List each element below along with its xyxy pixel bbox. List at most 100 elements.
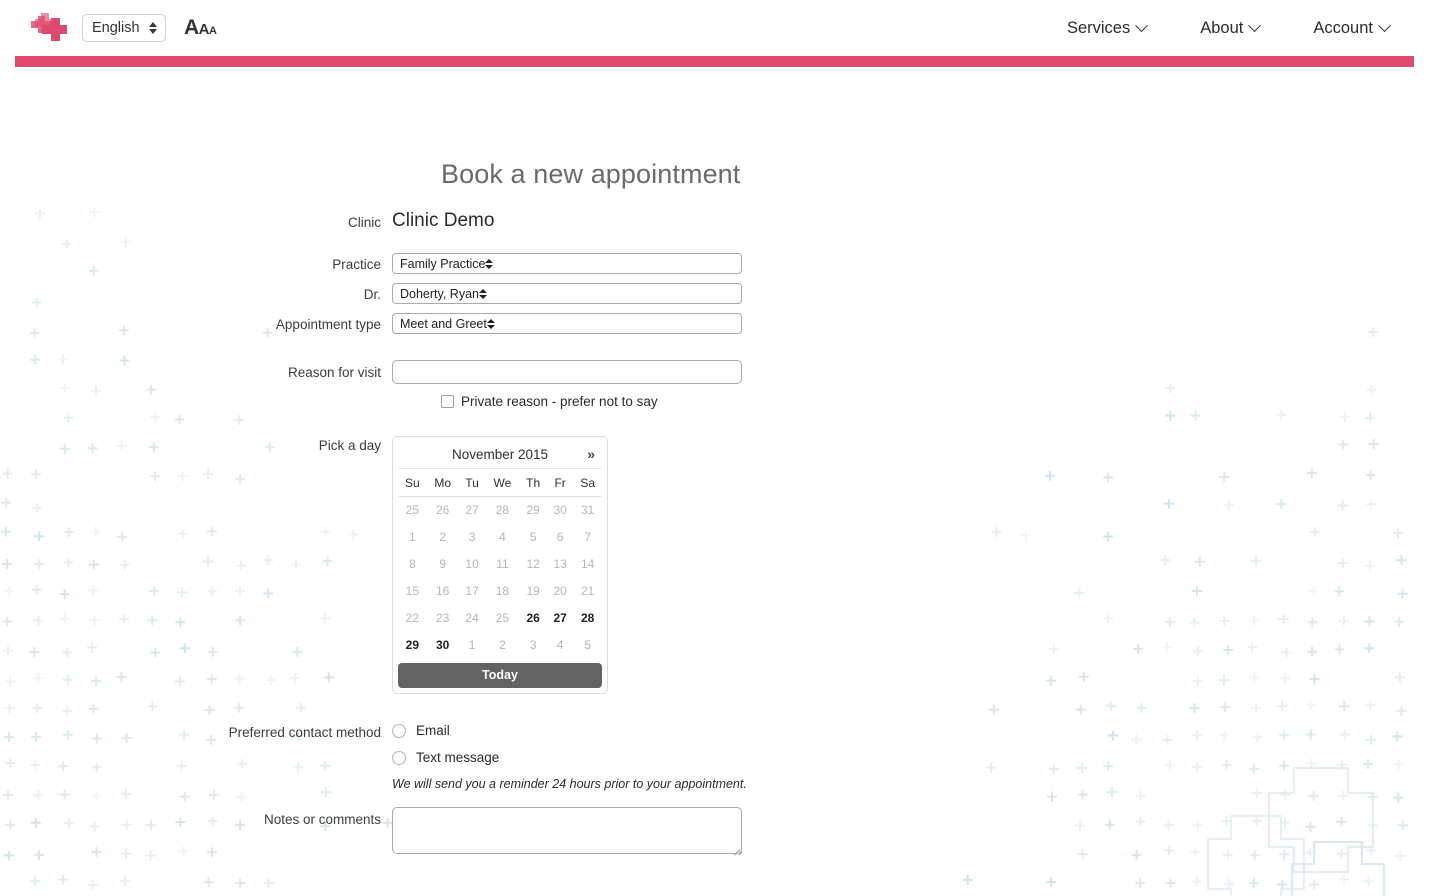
notes-textarea[interactable] <box>392 807 742 854</box>
field-row-clinic: Clinic Clinic Demo <box>0 210 494 232</box>
nav-item-account[interactable]: Account <box>1313 18 1391 38</box>
next-month-icon[interactable]: » <box>587 441 595 468</box>
calendar-today-button[interactable]: Today <box>398 662 602 688</box>
calendar-weekday-sa: Sa <box>573 468 602 497</box>
calendar-day-12: 12 <box>526 557 540 571</box>
calendar-day-15: 15 <box>405 584 419 598</box>
label-contact-method: Preferred contact method <box>228 725 381 740</box>
calendar-week-row: 25 26 27 28 29 30 31 <box>398 497 602 524</box>
private-reason-checkbox-row[interactable]: Private reason - prefer not to say <box>441 394 658 409</box>
calendar-day-6: 6 <box>556 530 564 544</box>
calendar-day-5: 5 <box>529 530 537 544</box>
contact-method-option-text[interactable]: Text message <box>392 750 747 765</box>
appointment-type-select[interactable]: Meet and Greet <box>392 313 742 334</box>
calendar-weekday-su: Su <box>398 468 427 497</box>
calendar-day-13: 13 <box>553 557 567 571</box>
text-size-glyph-large: A <box>184 16 199 39</box>
calendar-day-5: 5 <box>584 638 591 652</box>
contact-method-option-email[interactable]: Email <box>392 723 747 738</box>
text-size-glyph-small: A <box>209 25 217 37</box>
field-row-practice: Practice Family Practice <box>0 253 742 274</box>
calendar-day-26[interactable]: 26 <box>519 605 547 632</box>
field-row-contact-method: Preferred contact method Email Text mess… <box>0 723 747 791</box>
calendar-day-31: 31 <box>580 503 595 518</box>
calendar-day-2: 2 <box>499 638 506 652</box>
field-row-doctor: Dr. Doherty, Ryan <box>0 283 742 304</box>
calendar-day-9: 9 <box>439 557 447 571</box>
language-select[interactable]: English <box>82 14 166 42</box>
label-reason-for-visit: Reason for visit <box>287 365 381 380</box>
chevron-down-icon <box>1378 18 1391 32</box>
private-reason-checkbox[interactable] <box>441 395 454 408</box>
stepper-updown-icon <box>149 22 157 34</box>
accent-bar <box>15 56 1414 67</box>
calendar-day-19: 19 <box>526 584 540 598</box>
nav-item-services[interactable]: Services <box>1066 18 1149 38</box>
radio-text-message-label: Text message <box>416 750 500 765</box>
chevron-down-icon <box>1248 18 1262 32</box>
calendar-day-26: 26 <box>436 503 450 518</box>
clinic-value: Clinic Demo <box>392 210 495 231</box>
calendar-weekday-fr: Fr <box>546 468 574 497</box>
calendar-day-29[interactable]: 29 <box>398 632 427 659</box>
calendar-weekday-we: We <box>485 468 520 497</box>
calendar-day-11: 11 <box>496 557 509 571</box>
practice-select[interactable]: Family Practice <box>392 253 742 274</box>
calendar-week-row: 8 9 10 11 12 13 14 <box>398 551 602 578</box>
stepper-updown-icon <box>478 288 487 299</box>
doctor-select[interactable]: Doherty, Ryan <box>392 283 742 304</box>
calendar-day-27[interactable]: 27 <box>547 605 573 632</box>
label-pick-a-day: Pick a day <box>318 438 381 453</box>
field-row-notes: Notes or comments <box>0 807 743 856</box>
reason-for-visit-input[interactable] <box>392 360 742 384</box>
calendar-day-3: 3 <box>529 638 537 652</box>
calendar-day-28: 28 <box>495 503 510 518</box>
doctor-select-value: Doherty, Ryan <box>400 286 479 301</box>
calendar-weekday-tu: Tu <box>458 468 486 497</box>
calendar-day-20: 20 <box>553 584 567 598</box>
language-select-value: English <box>92 20 140 36</box>
label-practice: Practice <box>332 257 381 272</box>
calendar-day-16: 16 <box>436 584 450 598</box>
logo-icon <box>31 13 67 41</box>
calendar-day-14: 14 <box>580 557 595 571</box>
calendar-weekday-th: Th <box>519 468 547 497</box>
calendar-day-22: 22 <box>405 611 419 625</box>
private-reason-label: Private reason - prefer not to say <box>461 394 658 409</box>
chevron-down-icon <box>1135 18 1149 32</box>
calendar-weekday-header: Su Mo Tu We Th Fr Sa <box>398 468 602 497</box>
practice-select-value: Family Practice <box>400 256 486 271</box>
calendar-day-24: 24 <box>465 611 479 625</box>
radio-email[interactable] <box>392 723 406 738</box>
nav-item-about[interactable]: About <box>1200 18 1262 38</box>
radio-text-message[interactable] <box>392 750 406 765</box>
main-navigation: Services About Account <box>1066 18 1391 38</box>
calendar-day-30[interactable]: 30 <box>427 632 459 659</box>
calendar-day-4: 4 <box>499 530 506 544</box>
label-clinic: Clinic <box>347 215 381 230</box>
calendar-week-row: 15 16 17 18 19 20 21 <box>398 578 602 605</box>
calendar-day-27: 27 <box>465 503 479 518</box>
calendar-day-25: 25 <box>405 503 419 518</box>
calendar-day-4: 4 <box>556 638 564 652</box>
label-appointment-type: Appointment type <box>275 317 381 332</box>
calendar-day-2: 2 <box>439 530 447 544</box>
text-size-aaa-icon[interactable]: A A A <box>184 16 217 40</box>
calendar-day-17: 17 <box>465 584 479 598</box>
calendar-header: November 2015 » <box>398 441 602 468</box>
nav-item-services-label: Services <box>1066 18 1131 37</box>
calendar-day-1: 1 <box>408 530 416 544</box>
nav-item-about-label: About <box>1200 18 1244 37</box>
appointment-type-select-value: Meet and Greet <box>400 316 487 331</box>
calendar-day-18: 18 <box>495 584 510 598</box>
page-title: Book a new appointment <box>441 159 741 189</box>
calendar-month-label: November 2015 <box>451 447 549 462</box>
calendar-day-25: 25 <box>495 611 510 625</box>
calendar-day-10: 10 <box>465 557 479 571</box>
field-row-pick-a-day: Pick a day November 2015 » Su Mo Tu We Th Fr S… <box>0 436 608 694</box>
calendar-day-28[interactable]: 28 <box>573 605 602 632</box>
date-picker-calendar[interactable]: November 2015 » Su Mo Tu We Th Fr Sa 25 26 27 28 2… <box>392 436 608 694</box>
calendar-day-29: 29 <box>526 503 540 518</box>
calendar-day-8: 8 <box>408 557 416 571</box>
clinic-crosses-logo[interactable] <box>28 9 68 47</box>
